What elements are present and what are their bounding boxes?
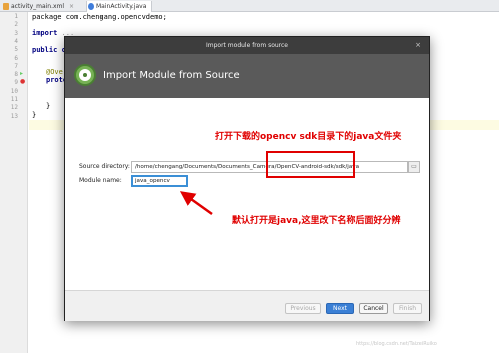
annotation-module-name: 默认打开是java,这里改下名称后面好分辨 xyxy=(232,216,401,226)
annotation-arrow xyxy=(179,191,213,216)
watermark-text: https://blog.csdn.net/TaizeiRuiko xyxy=(356,341,437,347)
